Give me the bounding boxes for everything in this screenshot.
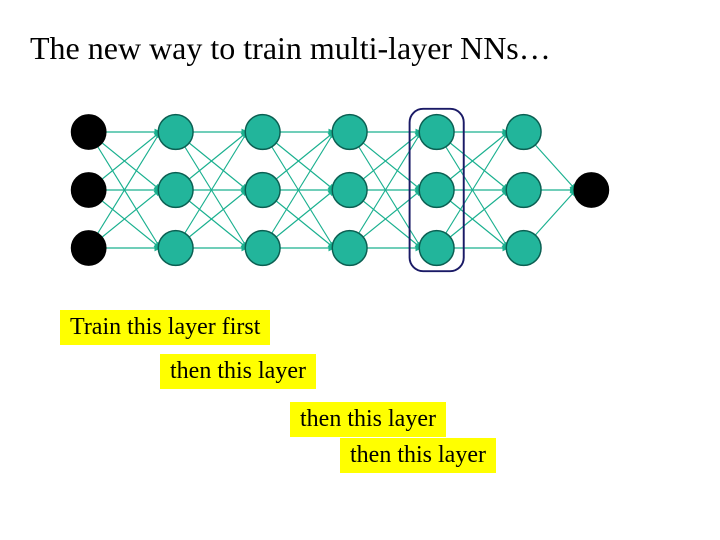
node-hidden3 <box>332 115 367 150</box>
caption-3: then this layer <box>290 402 446 437</box>
nn-diagram <box>50 100 630 280</box>
node-output <box>574 173 609 208</box>
node-hidden3 <box>332 173 367 208</box>
caption-4: then this layer <box>340 438 496 473</box>
node-hidden5 <box>506 173 541 208</box>
node-hidden5 <box>506 231 541 266</box>
node-hidden2 <box>245 115 280 150</box>
node-input <box>71 173 106 208</box>
node-hidden1 <box>158 173 193 208</box>
node-hidden3 <box>332 231 367 266</box>
node-hidden1 <box>158 115 193 150</box>
slide-title: The new way to train multi-layer NNs… <box>30 30 551 67</box>
node-hidden1 <box>158 231 193 266</box>
node-hidden2 <box>245 173 280 208</box>
caption-2: then this layer <box>160 354 316 389</box>
node-input <box>71 231 106 266</box>
node-hidden5 <box>506 115 541 150</box>
node-hidden4 <box>419 115 454 150</box>
nn-svg <box>50 100 630 280</box>
node-input <box>71 115 106 150</box>
caption-1: Train this layer first <box>60 310 270 345</box>
node-hidden2 <box>245 231 280 266</box>
node-hidden4 <box>419 173 454 208</box>
node-hidden4 <box>419 231 454 266</box>
